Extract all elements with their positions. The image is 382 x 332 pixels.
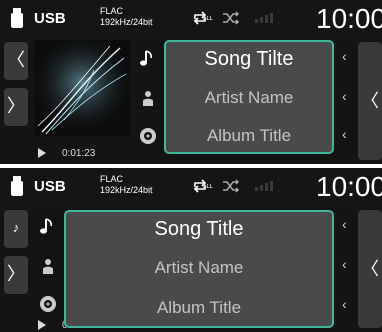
next-button[interactable]: 〉 <box>4 88 28 126</box>
album-artwork[interactable] <box>34 40 130 136</box>
track-info-panel[interactable]: Song Title Artist Name Album Title <box>64 210 334 328</box>
audio-format: FLAC <box>100 6 124 16</box>
player-screen-text-view: USB FLAC 192kHz/24bit ALL 10:00 ♪ 〉 Song… <box>0 168 382 332</box>
source-label: USB <box>34 10 66 27</box>
info-chevrons: ‹ ‹ ‹ <box>340 208 354 328</box>
artist-icon <box>143 91 153 106</box>
shuffle-icon[interactable] <box>222 11 240 25</box>
track-info-icons <box>34 208 62 328</box>
track-info-panel[interactable]: Song Tilte Artist Name Album Title <box>164 40 334 154</box>
artist-name: Artist Name <box>154 258 244 277</box>
music-note-icon <box>40 218 53 234</box>
usb-icon <box>11 176 23 196</box>
chevron-left-icon[interactable]: ‹ <box>342 256 347 272</box>
status-bar: USB FLAC 192kHz/24bit ALL 10:00 <box>0 168 382 206</box>
artist-icon <box>43 259 53 274</box>
track-info-icons <box>134 40 162 160</box>
usb-icon <box>11 8 23 28</box>
play-icon <box>38 320 46 330</box>
music-note-icon <box>140 50 153 66</box>
repeat-mode-label: ALL <box>203 184 213 190</box>
chevron-left-icon[interactable]: ‹ <box>342 88 347 104</box>
album-disc-icon <box>40 296 56 312</box>
connection-status-icon <box>255 13 273 23</box>
open-panel-button[interactable]: 〈 <box>358 210 382 328</box>
media-mode-button[interactable]: ♪ <box>4 210 28 248</box>
prev-button[interactable]: 〈 <box>4 42 28 80</box>
status-bar: USB FLAC 192kHz/24bit ALL 10:00 <box>0 0 382 38</box>
info-chevrons: ‹ ‹ ‹ <box>340 40 354 160</box>
artist-name: Artist Name <box>204 88 294 107</box>
source-label: USB <box>34 178 66 195</box>
audio-rate: 192kHz/24bit <box>100 185 153 195</box>
play-icon <box>38 148 46 158</box>
playback-time: 0:01:23 <box>62 148 96 159</box>
audio-rate: 192kHz/24bit <box>100 17 153 27</box>
shuffle-icon[interactable] <box>222 179 240 193</box>
chevron-left-icon[interactable]: ‹ <box>342 296 347 312</box>
next-button[interactable]: 〉 <box>4 256 28 294</box>
audio-format: FLAC <box>100 174 124 184</box>
album-disc-icon <box>140 128 156 144</box>
clock: 10:00 <box>316 3 382 34</box>
left-controls: 〈 〉 <box>4 40 30 160</box>
clock: 10:00 <box>316 171 382 202</box>
chevron-left-icon[interactable]: ‹ <box>342 48 347 64</box>
album-title: Album Title <box>206 126 292 145</box>
song-title: Song Title <box>154 218 244 240</box>
connection-status-icon <box>255 181 273 191</box>
album-title: Album Title <box>156 298 242 317</box>
repeat-mode-label: ALL <box>203 16 213 22</box>
left-controls: ♪ 〉 <box>4 208 30 328</box>
chevron-left-icon[interactable]: ‹ <box>342 216 347 232</box>
chevron-left-icon[interactable]: ‹ <box>342 126 347 142</box>
song-title: Song Tilte <box>204 48 294 70</box>
artwork-image <box>34 40 130 136</box>
open-panel-button[interactable]: 〈 <box>358 42 382 160</box>
player-screen-artwork-view: USB FLAC 192kHz/24bit ALL 10:00 〈 〉 0:01… <box>0 0 382 164</box>
